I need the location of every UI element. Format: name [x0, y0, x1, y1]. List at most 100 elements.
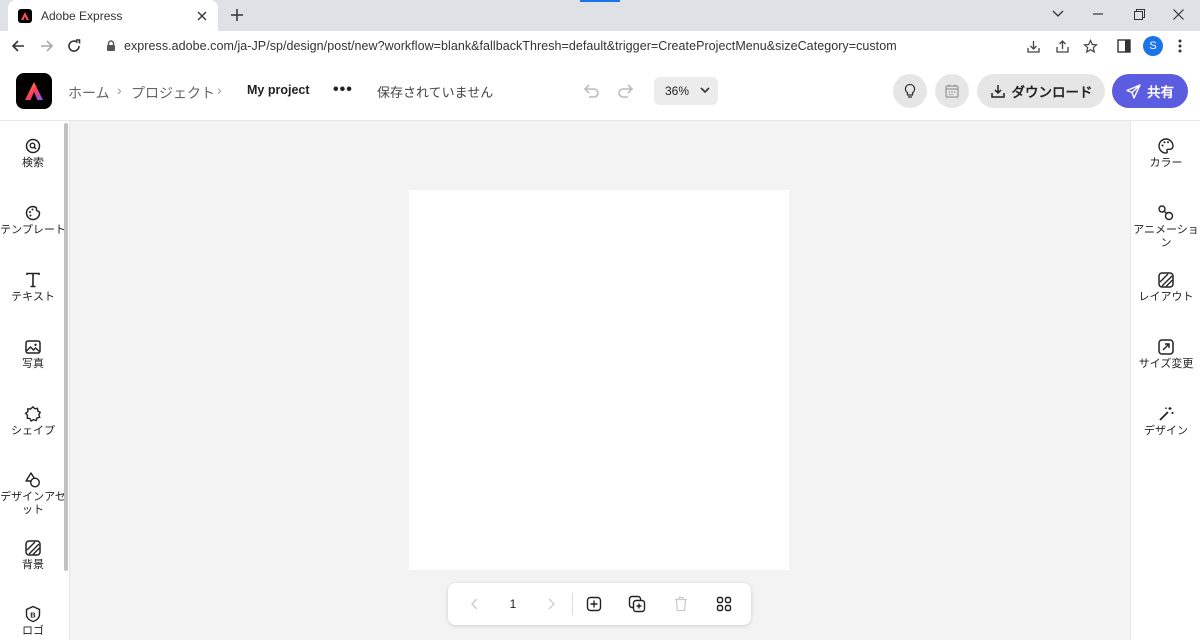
undo-icon[interactable] [581, 81, 601, 101]
chevron-down-icon [700, 87, 710, 94]
search-icon [25, 138, 41, 154]
download-icon [990, 85, 1005, 98]
rail-item-shapes[interactable]: シェイプ [0, 405, 66, 438]
download-button[interactable]: ダウンロード [977, 74, 1105, 108]
photo-icon [25, 340, 41, 354]
rail-item-design[interactable]: デザイン [1131, 405, 1200, 438]
tab-close-icon[interactable] [194, 8, 210, 24]
template-icon [25, 205, 41, 221]
breadcrumb-chevron-icon: › [217, 82, 222, 98]
back-arrow-icon[interactable] [7, 35, 29, 57]
rail-item-background[interactable]: 背景 [0, 539, 66, 572]
minimize-icon[interactable] [1084, 2, 1112, 26]
zoom-value: 36% [665, 84, 690, 98]
schedule-button[interactable] [935, 74, 969, 108]
rail-item-layout[interactable]: レイアウト [1131, 271, 1200, 304]
rail-item-label: サイズ変更 [1138, 358, 1194, 370]
rail-item-label: 検索 [22, 157, 44, 169]
rail-item-text[interactable]: テキスト [0, 271, 66, 304]
tab-search-chevron-icon[interactable] [1044, 2, 1072, 26]
prev-page-icon[interactable] [465, 594, 485, 614]
adobe-express-logo[interactable] [16, 73, 52, 109]
rail-item-label: 背景 [22, 559, 44, 571]
side-panel-icon[interactable] [1115, 37, 1133, 55]
rail-item-label: テンプレート [0, 224, 66, 236]
rail-item-label: アニメーション [1133, 224, 1199, 249]
app-header: ホーム › プロジェクト › My project ••• 保存されていません … [0, 61, 1200, 121]
browser-tab-strip: Adobe Express [0, 0, 1200, 31]
tab-indicator [580, 0, 620, 2]
animation-icon [1158, 205, 1174, 221]
redo-icon[interactable] [616, 81, 636, 101]
page-navigation-bar: 1 [448, 583, 751, 625]
send-icon [1126, 83, 1141, 99]
zoom-dropdown[interactable]: 36% [654, 77, 718, 105]
rail-item-label: シェイプ [11, 425, 55, 437]
design-assets-icon [25, 472, 41, 488]
left-rail-scrollbar[interactable] [64, 123, 68, 571]
left-tool-rail: 検索 テンプレート テキスト 写真 シェイプ デザインアセット 背景 B ロゴ [0, 121, 70, 640]
palette-icon [1158, 138, 1174, 154]
calendar-icon [945, 84, 959, 98]
breadcrumb-projects[interactable]: プロジェクト [131, 83, 215, 103]
lock-icon[interactable] [104, 39, 118, 53]
text-icon [26, 272, 40, 288]
share-button[interactable]: 共有 [1112, 74, 1188, 108]
design-canvas[interactable] [409, 190, 789, 570]
rail-item-logo[interactable]: B ロゴ [0, 605, 66, 638]
download-label: ダウンロード [1011, 85, 1093, 100]
browser-tab[interactable]: Adobe Express [8, 0, 218, 31]
page-number-value: 1 [509, 597, 517, 611]
layout-icon [1158, 272, 1174, 288]
window-close-icon[interactable] [1164, 2, 1192, 26]
lightbulb-icon [904, 83, 916, 98]
restore-icon[interactable] [1125, 2, 1153, 26]
rail-item-label: 写真 [22, 358, 44, 370]
breadcrumb-home[interactable]: ホーム [68, 83, 110, 103]
share-page-icon[interactable] [1053, 37, 1071, 55]
breadcrumb-chevron-icon: › [117, 82, 122, 98]
background-icon [25, 540, 41, 556]
duplicate-page-icon[interactable] [627, 594, 647, 614]
right-tool-rail: カラー アニメーション レイアウト サイズ変更 デザイン [1130, 121, 1200, 640]
idea-button[interactable] [893, 74, 927, 108]
pagebar-divider [572, 593, 573, 615]
rail-item-label: ロゴ [22, 625, 44, 637]
project-name[interactable]: My project [247, 83, 310, 97]
grid-view-icon[interactable] [714, 594, 734, 614]
share-label: 共有 [1147, 85, 1174, 100]
svg-text:B: B [30, 610, 36, 619]
shape-icon [24, 405, 42, 422]
add-page-icon[interactable] [584, 594, 604, 614]
rail-item-label: テキスト [11, 291, 55, 303]
forward-arrow-icon[interactable] [36, 35, 58, 57]
browser-toolbar: express.adobe.com/ja-JP/sp/design/post/n… [0, 31, 1200, 61]
install-app-icon[interactable] [1024, 37, 1042, 55]
delete-page-icon[interactable] [671, 594, 691, 614]
resize-icon [1158, 339, 1174, 355]
new-tab-icon[interactable] [226, 4, 248, 26]
magic-wand-icon [1159, 407, 1174, 421]
next-page-icon[interactable] [541, 594, 561, 614]
bookmark-star-icon[interactable] [1081, 37, 1099, 55]
rail-item-photos[interactable]: 写真 [0, 338, 66, 371]
rail-item-label: デザイン [1144, 425, 1188, 437]
rail-item-templates[interactable]: テンプレート [0, 204, 66, 237]
browser-menu-icon[interactable] [1171, 37, 1189, 55]
adobe-express-favicon-icon [18, 8, 32, 23]
rail-item-resize[interactable]: サイズ変更 [1131, 338, 1200, 371]
profile-avatar[interactable]: S [1143, 36, 1163, 56]
rail-item-search[interactable]: 検索 [0, 137, 66, 170]
rail-item-animation[interactable]: アニメーション [1131, 204, 1200, 250]
logo-icon: B [25, 605, 41, 623]
address-bar-url[interactable]: express.adobe.com/ja-JP/sp/design/post/n… [124, 39, 897, 53]
page-number: 1 [503, 594, 523, 614]
save-status: 保存されていません [377, 85, 494, 100]
rail-item-design-assets[interactable]: デザインアセット [0, 471, 66, 517]
browser-tab-title: Adobe Express [41, 8, 123, 23]
more-options-button[interactable]: ••• [333, 81, 353, 99]
rail-item-color[interactable]: カラー [1131, 137, 1200, 170]
reload-icon[interactable] [63, 35, 85, 57]
rail-item-label: レイアウト [1138, 291, 1194, 303]
rail-item-label: カラー [1149, 157, 1183, 169]
